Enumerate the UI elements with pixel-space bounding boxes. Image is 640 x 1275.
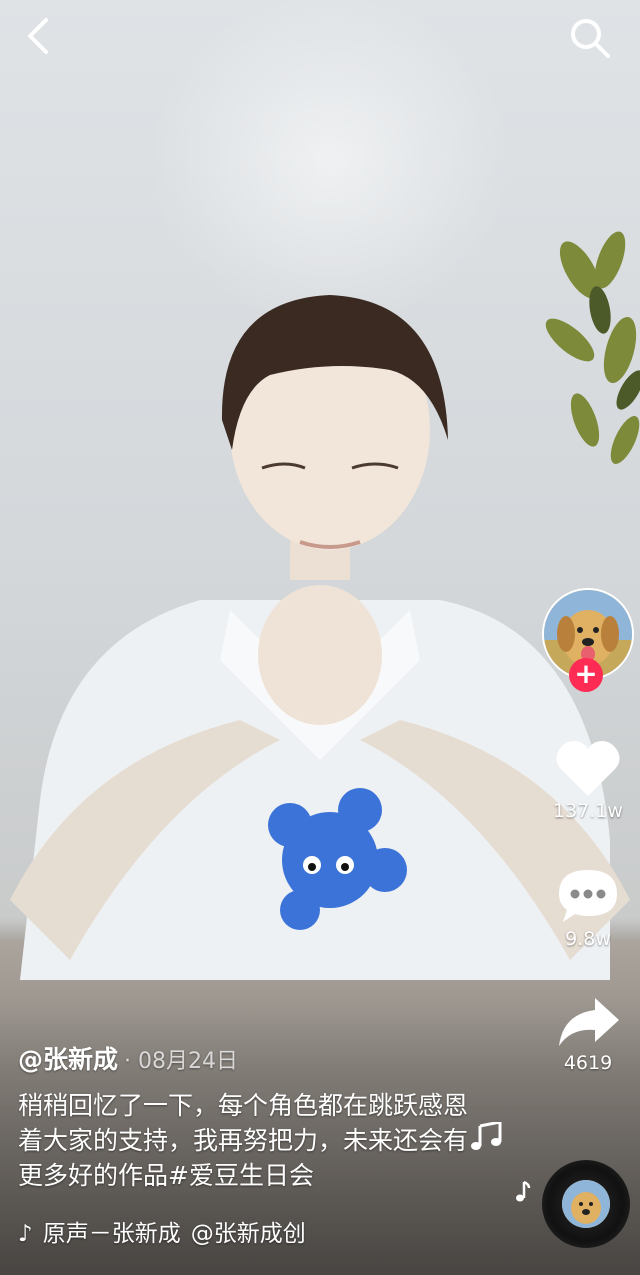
video-description[interactable]: 稍稍回忆了一下，每个角色都在跳跃感恩着大家的支持，我再努把力，未来还会有更多好的… [18,1088,478,1193]
post-date: · 08月24日 [124,1049,238,1074]
music-info[interactable]: ♪ 原声－张新成 @张新成创 [18,1214,316,1248]
top-bar [0,0,640,80]
plus-icon: + [574,657,598,690]
douyin-logo-icon: ♪ [18,1221,33,1247]
like-button[interactable]: 137.1w [540,738,636,822]
music-note-icon [516,1180,531,1202]
share-arrow-icon [559,998,619,1046]
share-button[interactable]: 4619 [540,994,636,1074]
comment-count: 9.8w [565,928,611,950]
sound-creator[interactable]: @张新成创 [191,1221,306,1247]
comment-icon [559,870,617,922]
music-disc[interactable] [542,1160,630,1248]
sound-title[interactable]: 原声－张新成 [43,1221,181,1247]
comment-button[interactable]: 9.8w [540,866,636,950]
video-caption: @张新成 · 08月24日 稍稍回忆了一下，每个角色都在跳跃感恩着大家的支持，我再… [18,1040,478,1193]
back-arrow-icon[interactable] [18,14,62,58]
follow-button[interactable]: + [569,658,603,692]
heart-icon [556,741,620,796]
like-count: 137.1w [553,800,623,822]
disc-cover [562,1180,610,1228]
music-note-icon [471,1122,502,1150]
author-avatar[interactable]: + [542,588,634,696]
search-icon[interactable] [566,14,614,62]
share-count: 4619 [563,1052,613,1074]
author-handle[interactable]: @张新成 [18,1045,118,1074]
